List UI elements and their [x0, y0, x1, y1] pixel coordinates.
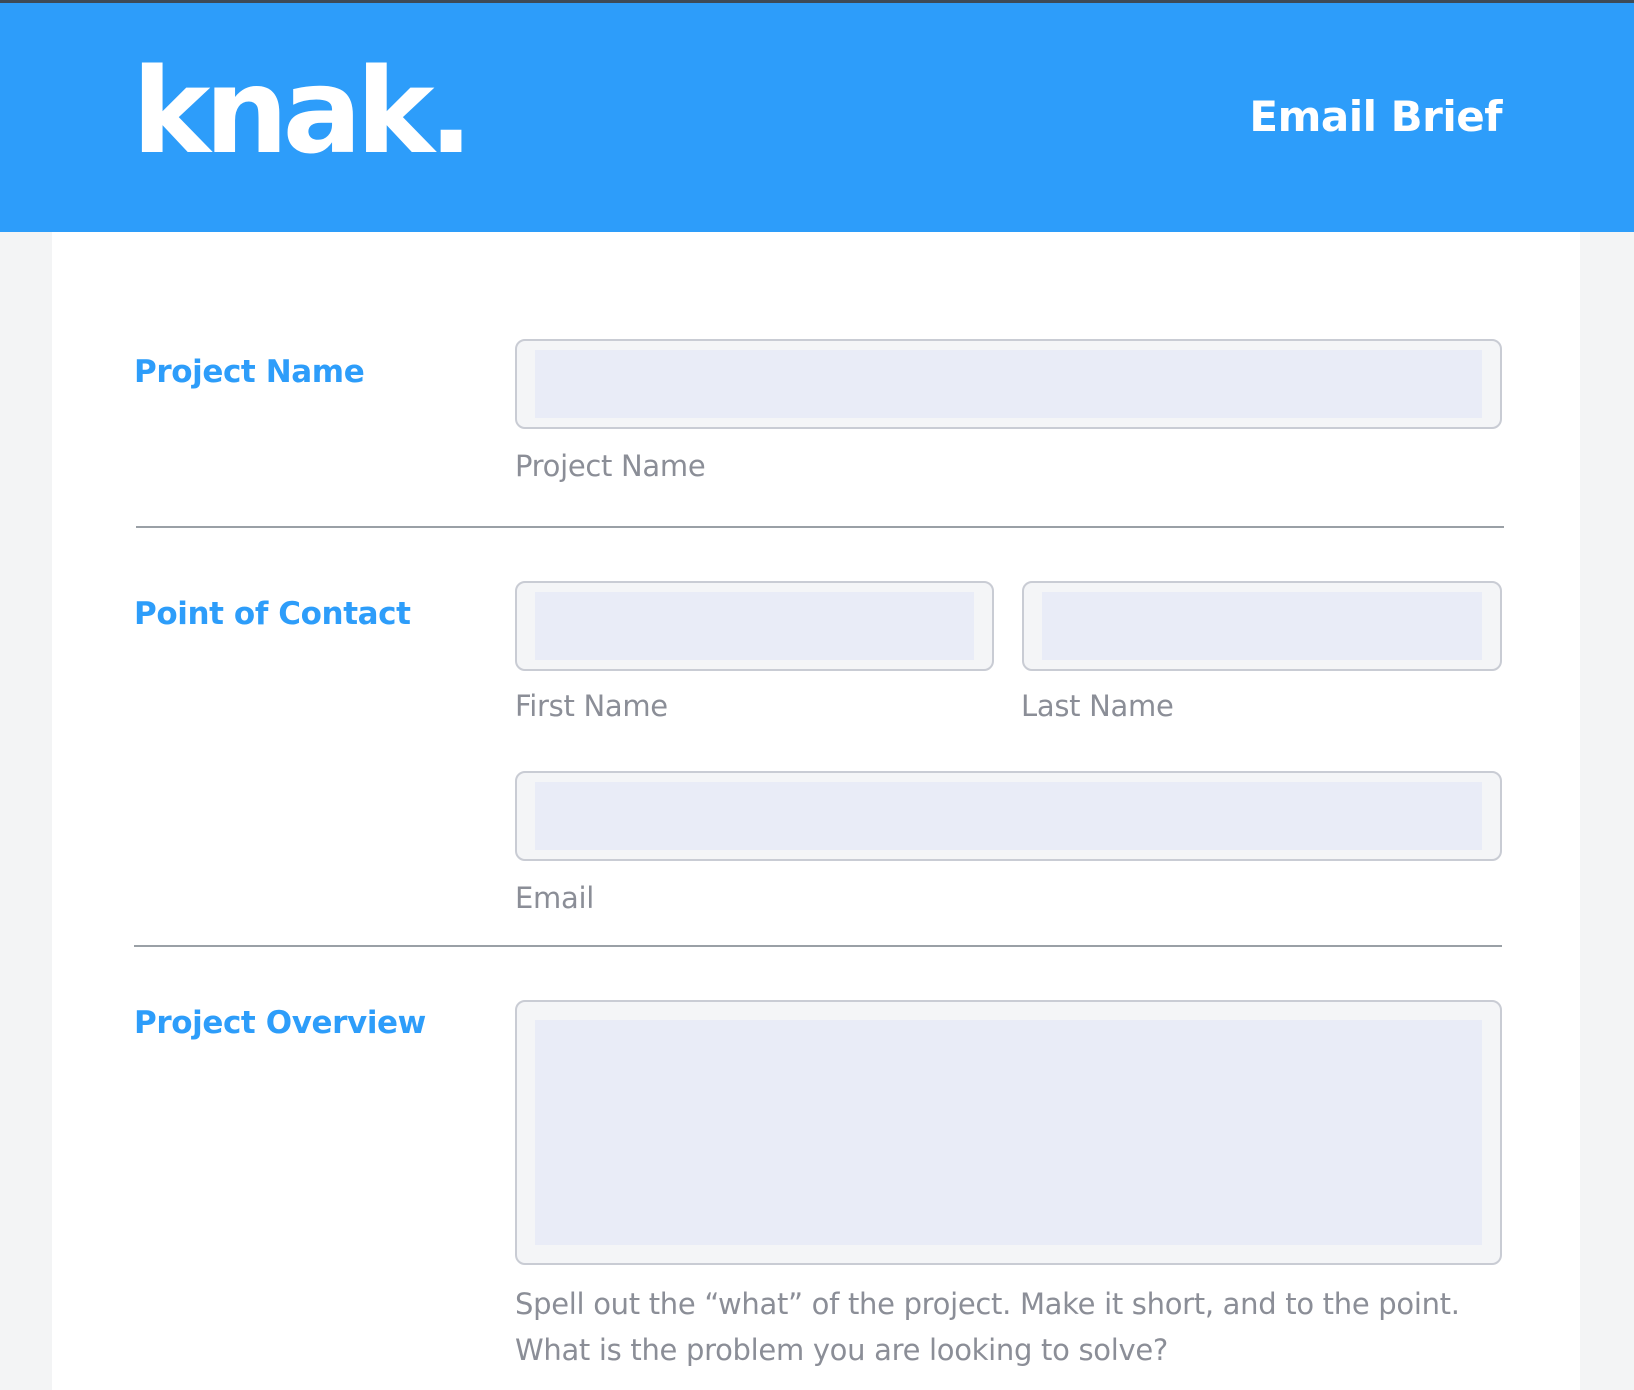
project-overview-field[interactable] — [515, 1000, 1502, 1265]
knak-logo[interactable]: knak. — [132, 52, 473, 170]
project-name-field[interactable] — [515, 339, 1502, 429]
point-of-contact-label: Point of Contact — [134, 596, 411, 632]
email-input[interactable] — [535, 782, 1482, 850]
section-divider — [136, 526, 1504, 528]
last-name-caption: Last Name — [1021, 689, 1174, 723]
email-caption: Email — [515, 881, 594, 915]
project-overview-caption: Spell out the “what” of the project. Mak… — [515, 1287, 1460, 1367]
form-card: Project Name Project Name Point of Conta… — [52, 232, 1580, 1390]
project-name-label: Project Name — [134, 354, 365, 390]
project-overview-textarea[interactable] — [535, 1020, 1482, 1245]
project-overview-label: Project Overview — [134, 1005, 426, 1041]
page-title: Email Brief — [1249, 92, 1502, 141]
section-divider — [134, 945, 1502, 947]
header-banner: knak. Email Brief — [0, 0, 1634, 232]
first-name-input[interactable] — [535, 592, 974, 660]
window-top-edge — [0, 0, 1634, 3]
first-name-caption: First Name — [515, 689, 668, 723]
first-name-field[interactable] — [515, 581, 994, 671]
project-name-input[interactable] — [535, 350, 1482, 418]
last-name-input[interactable] — [1042, 592, 1482, 660]
email-field[interactable] — [515, 771, 1502, 861]
project-name-caption: Project Name — [515, 449, 706, 483]
last-name-field[interactable] — [1022, 581, 1502, 671]
